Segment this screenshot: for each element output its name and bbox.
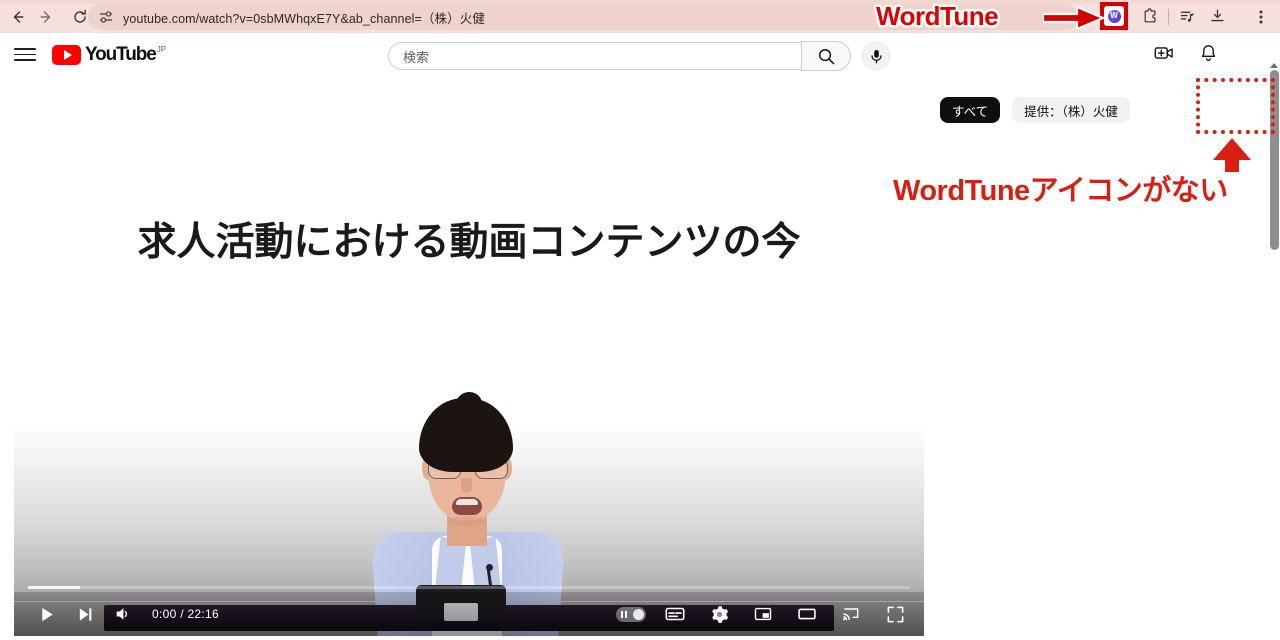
page-scrollbar[interactable] xyxy=(1268,63,1280,640)
miniplayer-button[interactable] xyxy=(744,595,782,633)
video-progress-bar[interactable] xyxy=(14,586,924,590)
autoplay-knob xyxy=(633,608,644,620)
microphone-icon xyxy=(870,49,882,63)
youtube-country-code: JP xyxy=(156,44,167,54)
missing-icon-highlight-box xyxy=(1196,78,1275,134)
extensions-icon[interactable] xyxy=(1135,2,1165,32)
url-text: youtube.com/watch?v=0sbMWhqxE7Y&ab_chann… xyxy=(123,11,485,26)
hamburger-icon[interactable] xyxy=(14,48,36,61)
filter-chip-bar: すべて 提供：（株）火健 xyxy=(940,97,1130,123)
autoplay-toggle[interactable] xyxy=(612,595,650,633)
search-button[interactable] xyxy=(801,41,851,71)
gear-icon xyxy=(711,605,728,623)
wordtune-icon-plate: W xyxy=(1104,6,1124,26)
volume-button[interactable] xyxy=(104,595,142,633)
presenter-nose xyxy=(461,478,472,493)
fullscreen-icon xyxy=(887,606,903,622)
search-input[interactable]: 検索 xyxy=(388,42,801,70)
forward-icon[interactable] xyxy=(32,3,60,31)
wordtune-callout-label: WordTune xyxy=(876,1,999,31)
chrome-menu-icon[interactable] xyxy=(1246,2,1276,32)
missing-icon-note: WordTuneアイコンがない xyxy=(893,175,1228,207)
youtube-play-icon xyxy=(52,44,81,65)
navigation-buttons xyxy=(0,3,94,31)
youtube-header: YouTube JP 検索 xyxy=(0,33,1280,76)
wordtune-callout-arrow-icon xyxy=(1043,7,1105,29)
youtube-logo[interactable]: YouTube JP xyxy=(52,43,167,65)
reading-list-icon[interactable] xyxy=(1172,2,1202,32)
wordtune-letter: W xyxy=(1110,11,1118,20)
magnifier-icon xyxy=(818,48,834,64)
video-progress-track xyxy=(28,586,910,589)
toolbar-separator xyxy=(1168,8,1169,25)
screenshot-root: youtube.com/watch?v=0sbMWhqxE7Y&ab_chann… xyxy=(0,0,1280,640)
captions-icon xyxy=(665,607,685,621)
play-button[interactable] xyxy=(28,595,66,633)
chip-sponsor[interactable]: 提供：（株）火健 xyxy=(1012,97,1130,123)
video-time-display: 0:00 / 22:16 xyxy=(152,607,219,621)
video-controls-bar: 0:00 / 22:16 xyxy=(14,592,924,636)
subtitles-button[interactable] xyxy=(656,595,694,633)
pause-bars-icon xyxy=(621,610,627,618)
autoplay-switch xyxy=(616,606,646,622)
play-icon xyxy=(41,607,53,621)
notifications-bell-icon[interactable] xyxy=(1194,39,1222,67)
presenter-chin-shadow xyxy=(448,516,486,526)
wordtune-glyph: W xyxy=(1107,9,1121,23)
cast-icon xyxy=(843,608,859,621)
next-video-button[interactable] xyxy=(66,595,104,633)
presenter-hair-spike xyxy=(454,390,484,418)
theater-button[interactable] xyxy=(788,595,826,633)
youtube-page: YouTube JP 検索 すべて 提供：（株）火健 求人活動における動画コンテ… xyxy=(0,33,1280,640)
search-placeholder: 検索 xyxy=(403,49,430,65)
video-player[interactable]: 求人活動における動画コンテンツの今 0:00 / 22:16 xyxy=(14,93,924,636)
back-icon[interactable] xyxy=(4,3,32,31)
chip-all[interactable]: すべて xyxy=(940,97,1001,123)
video-progress-buffer xyxy=(28,586,80,589)
presenter-mouth xyxy=(452,497,482,515)
settings-button[interactable] xyxy=(700,595,738,633)
downloads-icon[interactable] xyxy=(1202,2,1232,32)
scrollbar-up-arrow-icon[interactable] xyxy=(1270,63,1278,68)
voice-search-button[interactable] xyxy=(861,41,891,71)
fullscreen-button[interactable] xyxy=(876,595,914,633)
youtube-wordmark: YouTube xyxy=(85,43,157,65)
speaker-icon xyxy=(116,608,128,620)
presenter-lapel-mic-icon xyxy=(486,564,493,571)
next-icon xyxy=(79,607,91,621)
video-controls-right xyxy=(612,595,924,633)
miniplayer-icon xyxy=(754,607,772,621)
video-slide-title: 求人活動における動画コンテンツの今 xyxy=(137,220,801,265)
cast-button[interactable] xyxy=(832,595,870,633)
create-video-icon[interactable] xyxy=(1150,39,1178,67)
search-area: 検索 xyxy=(388,41,891,71)
site-settings-icon[interactable] xyxy=(98,9,114,25)
theater-icon xyxy=(798,608,816,620)
youtube-header-actions xyxy=(1150,39,1222,67)
